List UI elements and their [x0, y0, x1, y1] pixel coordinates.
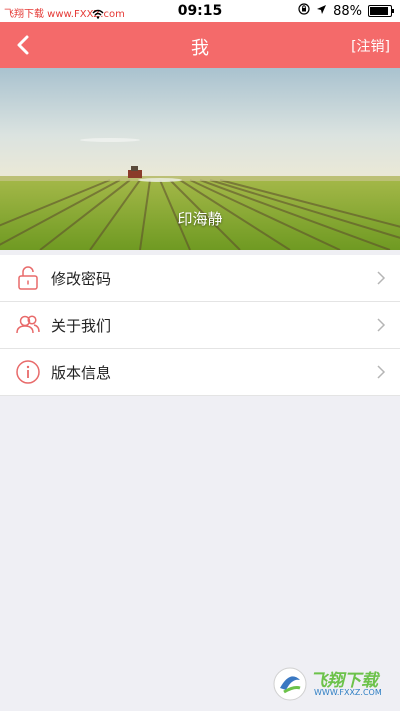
wifi-icon	[92, 4, 104, 23]
location-arrow-icon	[316, 4, 327, 19]
menu-item-change-password[interactable]: 修改密码	[0, 255, 400, 302]
logout-button[interactable]: [注销]	[351, 36, 390, 56]
menu-item-label: 修改密码	[51, 269, 112, 288]
menu-item-label: 版本信息	[51, 363, 112, 382]
page-title: 我	[191, 38, 209, 59]
menu-item-label: 关于我们	[51, 316, 112, 335]
chevron-right-icon	[377, 365, 386, 379]
menu-item-version-info[interactable]: 版本信息	[0, 349, 400, 396]
chevron-right-icon	[377, 271, 386, 285]
nav-bar: 我 [注销]	[0, 22, 400, 68]
lock-icon	[18, 266, 38, 290]
menu-item-about-us[interactable]: 关于我们	[0, 302, 400, 349]
watermark-icon	[273, 667, 307, 701]
battery-percent: 88%	[333, 3, 362, 19]
status-carrier: 飞翔下载 www.FXXZ.com	[4, 9, 125, 20]
info-icon	[16, 360, 40, 384]
user-name: 印海静	[177, 210, 223, 228]
status-bar: 飞翔下载 www.FXXZ.com 09:15 88%	[0, 0, 400, 22]
watermark-logo: 飞翔下载 WWW.FXXZ.COM	[270, 664, 392, 704]
chevron-right-icon	[377, 318, 386, 332]
chevron-left-icon	[17, 35, 29, 55]
orientation-lock-icon	[298, 3, 310, 19]
users-icon	[16, 315, 40, 334]
back-button[interactable]	[10, 31, 38, 59]
watermark-url: WWW.FXXZ.COM	[314, 688, 382, 697]
battery-level	[370, 7, 388, 15]
settings-menu: 修改密码 关于我们 版本信息	[0, 255, 400, 396]
battery-icon	[368, 5, 394, 17]
profile-banner: 印海静	[0, 68, 400, 250]
status-indicators: 88%	[298, 3, 394, 19]
